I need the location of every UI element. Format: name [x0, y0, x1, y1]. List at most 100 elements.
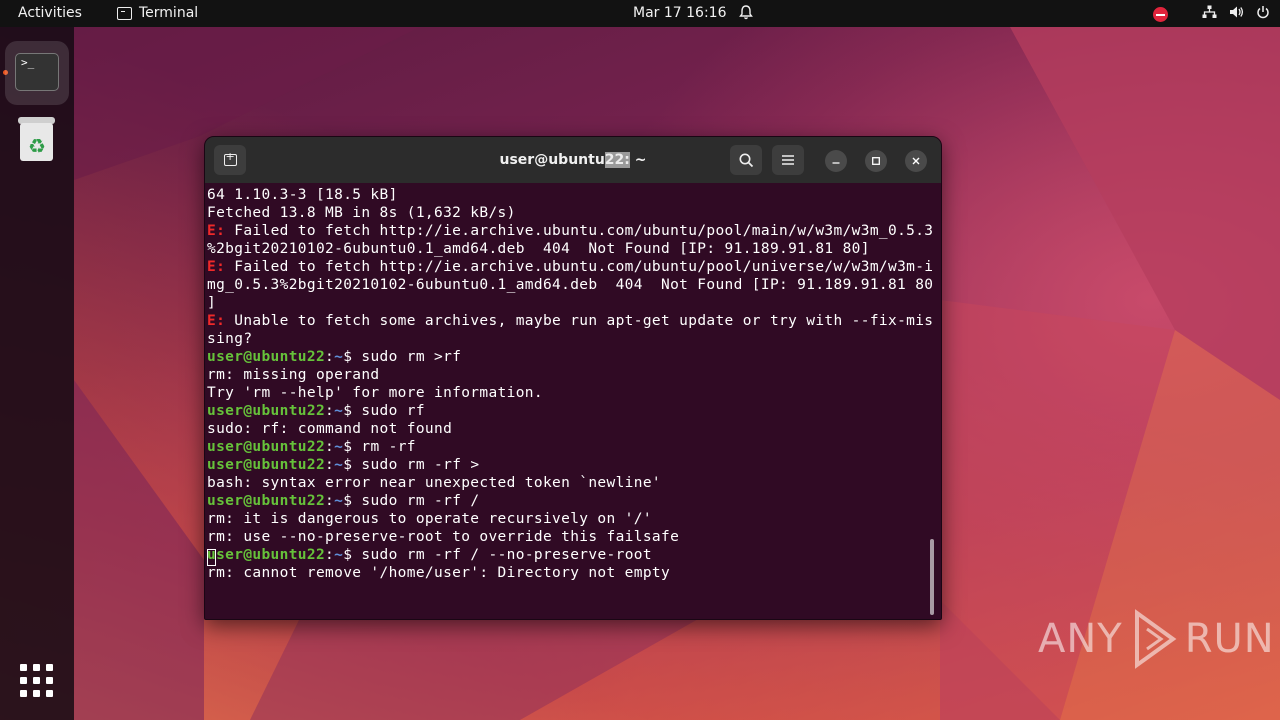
clock[interactable]: Mar 17 16:16 — [633, 5, 726, 21]
prompt-separator: : — [325, 349, 335, 365]
output-text: Failed to fetch http://ie.archive.ubuntu… — [225, 259, 934, 275]
command-text: $ sudo rf — [343, 403, 425, 419]
terminal-line: 64 1.10.3-3 [18.5 kB] — [207, 186, 927, 204]
terminal-line: bash: syntax error near unexpected token… — [207, 474, 927, 492]
prompt-user-host: user@ubuntu22 — [207, 493, 326, 509]
dock: >_ ♻ — [0, 27, 74, 720]
terminal-line: sing? — [207, 330, 927, 348]
terminal-line: user@ubuntu22:~$ sudo rm >rf — [207, 348, 927, 366]
grid-dot-icon — [33, 677, 40, 684]
output-text: rm: use --no-preserve-root to override t… — [207, 529, 680, 545]
error-prefix: E: — [207, 313, 226, 329]
terminal-line: E: Failed to fetch http://ie.archive.ubu… — [207, 222, 933, 240]
grid-dot-icon — [20, 664, 27, 671]
grid-dot-icon — [46, 664, 53, 671]
top-bar: Activities Terminal Mar 17 16:16 — [0, 0, 1280, 27]
prompt-separator: : — [325, 439, 335, 455]
trash-icon: ♻ — [20, 123, 53, 161]
prompt-directory: ~ — [334, 349, 344, 365]
terminal-line: %2bgit20210102-6ubuntu0.1_amd64.deb 404 … — [207, 240, 927, 258]
output-text: 64 1.10.3-3 [18.5 kB] — [207, 187, 398, 203]
close-button[interactable] — [905, 150, 927, 172]
error-prefix: E: — [207, 259, 226, 275]
dnd-icon[interactable] — [1153, 7, 1168, 22]
terminal-line: rm: it is dangerous to operate recursive… — [207, 510, 927, 528]
prompt-separator: : — [325, 457, 335, 473]
output-text: rm: it is dangerous to operate recursive… — [207, 511, 652, 527]
anyrun-watermark: ANY RUN — [1038, 609, 1275, 669]
dock-item-trash[interactable]: ♻ — [18, 117, 55, 161]
output-text: Failed to fetch http://ie.archive.ubuntu… — [225, 223, 934, 239]
command-text: $ sudo rm -rf / — [343, 493, 480, 509]
app-menu[interactable]: Terminal — [117, 5, 198, 21]
prompt-user-host: user@ubuntu22 — [207, 457, 326, 473]
output-text: Unable to fetch some archives, maybe run… — [225, 313, 934, 329]
terminal-line: rm: missing operand — [207, 366, 927, 384]
show-applications-button[interactable] — [20, 664, 54, 698]
output-text: sing? — [207, 331, 253, 347]
prompt-separator: : — [325, 493, 335, 509]
command-text: $ rm -rf — [343, 439, 416, 455]
maximize-button[interactable] — [865, 150, 887, 172]
search-icon — [739, 153, 753, 167]
command-text: $ sudo rm -rf > — [343, 457, 480, 473]
terminal-line: Try 'rm --help' for more information. — [207, 384, 927, 402]
prompt-user-host: user@ubuntu22 — [207, 547, 326, 563]
maximize-icon — [872, 157, 880, 165]
search-button[interactable] — [730, 145, 762, 175]
recycle-icon: ♻ — [28, 134, 46, 158]
system-tray[interactable] — [1153, 5, 1270, 24]
minimize-icon — [832, 162, 840, 164]
prompt-separator: : — [325, 547, 335, 563]
prompt-separator: : — [325, 403, 335, 419]
hamburger-icon — [782, 155, 794, 165]
window-headerbar[interactable]: user@ubuntu22: ~ — [205, 137, 941, 183]
prompt-user-host: user@ubuntu22 — [207, 403, 326, 419]
command-text: $ sudo rm >rf — [343, 349, 462, 365]
close-icon — [912, 157, 920, 165]
watermark-left: ANY — [1038, 616, 1123, 662]
prompt-user-host: user@ubuntu22 — [207, 349, 326, 365]
grid-dot-icon — [33, 690, 40, 697]
terminal-window[interactable]: user@ubuntu22: ~ 64 1.10.3-3 [18.5 kB] Fe… — [204, 136, 942, 620]
terminal-line: user@ubuntu22:~$ sudo rm -rf > — [207, 456, 927, 474]
activities-button[interactable]: Activities — [18, 5, 82, 21]
terminal-line: ] — [207, 294, 927, 312]
window-title-highlight: 22: — [604, 152, 630, 168]
error-prefix: E: — [207, 223, 226, 239]
output-text: mg_0.5.3%2bgit20210102-6ubuntu0.1_amd64.… — [207, 277, 934, 293]
output-text: ] — [207, 295, 217, 311]
terminal-line: rm: use --no-preserve-root to override t… — [207, 528, 927, 546]
window-title-text: user@ubuntu — [499, 152, 605, 168]
terminal-line: user@ubuntu22:~$ sudo rf — [207, 402, 927, 420]
output-text: rm: cannot remove '/home/user': Director… — [207, 565, 671, 581]
app-menu-label: Terminal — [139, 5, 199, 21]
power-icon — [1256, 5, 1270, 24]
terminal-line: Fetched 13.8 MB in 8s (1,632 kB/s) — [207, 204, 927, 222]
output-text: rm: missing operand — [207, 367, 380, 383]
watermark-right: RUN — [1184, 616, 1275, 662]
output-text: %2bgit20210102-6ubuntu0.1_amd64.deb 404 … — [207, 241, 870, 257]
minimize-button[interactable] — [825, 150, 847, 172]
prompt-directory: ~ — [334, 547, 344, 563]
terminal-line: user@ubuntu22:~$ rm -rf — [207, 438, 927, 456]
terminal-line: sudo: rf: command not found — [207, 420, 927, 438]
terminal-icon: >_ — [15, 53, 59, 91]
prompt-directory: ~ — [334, 403, 344, 419]
terminal-line: user@ubuntu22:~$ sudo rm -rf / --no-pres… — [207, 546, 927, 564]
terminal-line: E: Failed to fetch http://ie.archive.ubu… — [207, 258, 933, 276]
prompt-user-host: user@ubuntu22 — [207, 439, 326, 455]
dock-item-terminal[interactable]: >_ — [5, 41, 69, 105]
play-logo-icon — [1134, 609, 1177, 669]
terminal-app-icon — [117, 6, 132, 20]
output-text: bash: syntax error near unexpected token… — [207, 475, 661, 491]
terminal-line: user@ubuntu22:~$ sudo rm -rf / — [207, 492, 927, 510]
grid-dot-icon — [20, 690, 27, 697]
terminal-scrollbar[interactable] — [930, 539, 934, 615]
output-text: Fetched 13.8 MB in 8s (1,632 kB/s) — [207, 205, 516, 221]
grid-dot-icon — [33, 664, 40, 671]
terminal-output[interactable]: 64 1.10.3-3 [18.5 kB] Fetched 13.8 MB in … — [207, 186, 933, 616]
terminal-line: E: Unable to fetch some archives, maybe … — [207, 312, 933, 330]
grid-dot-icon — [46, 677, 53, 684]
hamburger-menu-button[interactable] — [772, 145, 804, 175]
